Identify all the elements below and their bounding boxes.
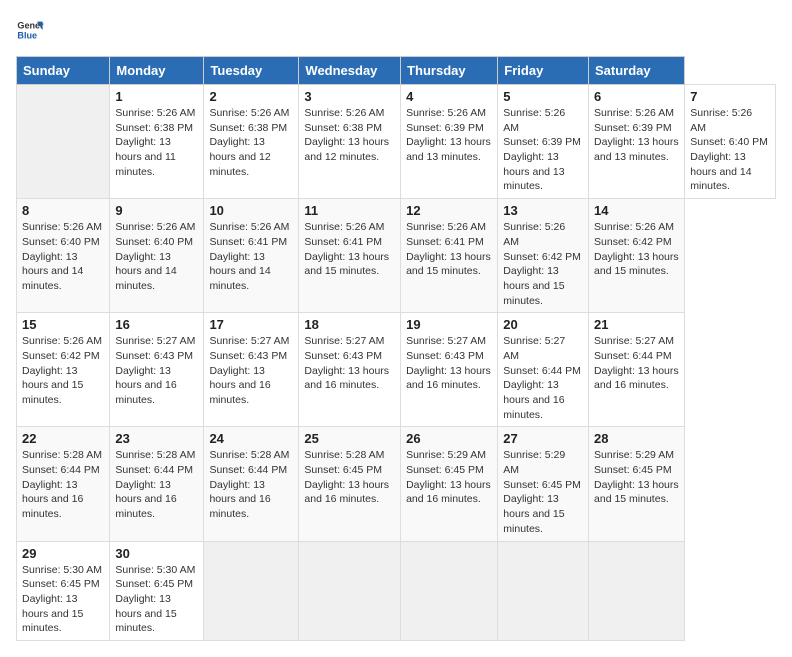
- calendar-day-25: 25Sunrise: 5:28 AMSunset: 6:45 PMDayligh…: [299, 427, 401, 541]
- calendar-day-28: 28Sunrise: 5:29 AMSunset: 6:45 PMDayligh…: [589, 427, 685, 541]
- calendar-day-8: 8Sunrise: 5:26 AMSunset: 6:40 PMDaylight…: [17, 199, 110, 313]
- calendar-day-29: 29Sunrise: 5:30 AMSunset: 6:45 PMDayligh…: [17, 541, 110, 640]
- empty-cell: [17, 85, 110, 199]
- calendar-day-9: 9Sunrise: 5:26 AMSunset: 6:40 PMDaylight…: [110, 199, 204, 313]
- calendar-header-monday: Monday: [110, 57, 204, 85]
- calendar-day-5: 5Sunrise: 5:26 AMSunset: 6:39 PMDaylight…: [498, 85, 589, 199]
- calendar-header-row: SundayMondayTuesdayWednesdayThursdayFrid…: [17, 57, 776, 85]
- calendar-day-22: 22Sunrise: 5:28 AMSunset: 6:44 PMDayligh…: [17, 427, 110, 541]
- calendar-day-30: 30Sunrise: 5:30 AMSunset: 6:45 PMDayligh…: [110, 541, 204, 640]
- calendar-header-wednesday: Wednesday: [299, 57, 401, 85]
- calendar-day-2: 2Sunrise: 5:26 AMSunset: 6:38 PMDaylight…: [204, 85, 299, 199]
- calendar-day-17: 17Sunrise: 5:27 AMSunset: 6:43 PMDayligh…: [204, 313, 299, 427]
- logo: General Blue: [16, 16, 48, 44]
- calendar-day-4: 4Sunrise: 5:26 AMSunset: 6:39 PMDaylight…: [401, 85, 498, 199]
- svg-text:Blue: Blue: [17, 30, 37, 40]
- calendar-day-27: 27Sunrise: 5:29 AMSunset: 6:45 PMDayligh…: [498, 427, 589, 541]
- empty-cell: [204, 541, 299, 640]
- empty-cell: [498, 541, 589, 640]
- calendar-day-11: 11Sunrise: 5:26 AMSunset: 6:41 PMDayligh…: [299, 199, 401, 313]
- calendar-day-10: 10Sunrise: 5:26 AMSunset: 6:41 PMDayligh…: [204, 199, 299, 313]
- calendar-header-tuesday: Tuesday: [204, 57, 299, 85]
- calendar-day-6: 6Sunrise: 5:26 AMSunset: 6:39 PMDaylight…: [589, 85, 685, 199]
- page-header: General Blue: [16, 16, 776, 44]
- calendar-day-15: 15Sunrise: 5:26 AMSunset: 6:42 PMDayligh…: [17, 313, 110, 427]
- calendar-day-21: 21Sunrise: 5:27 AMSunset: 6:44 PMDayligh…: [589, 313, 685, 427]
- calendar-day-14: 14Sunrise: 5:26 AMSunset: 6:42 PMDayligh…: [589, 199, 685, 313]
- calendar-table: SundayMondayTuesdayWednesdayThursdayFrid…: [16, 56, 776, 641]
- logo-icon: General Blue: [16, 16, 44, 44]
- calendar-day-3: 3Sunrise: 5:26 AMSunset: 6:38 PMDaylight…: [299, 85, 401, 199]
- calendar-day-1: 1Sunrise: 5:26 AMSunset: 6:38 PMDaylight…: [110, 85, 204, 199]
- calendar-week-1: 1Sunrise: 5:26 AMSunset: 6:38 PMDaylight…: [17, 85, 776, 199]
- calendar-day-18: 18Sunrise: 5:27 AMSunset: 6:43 PMDayligh…: [299, 313, 401, 427]
- calendar-week-4: 22Sunrise: 5:28 AMSunset: 6:44 PMDayligh…: [17, 427, 776, 541]
- calendar-header-saturday: Saturday: [589, 57, 685, 85]
- calendar-day-23: 23Sunrise: 5:28 AMSunset: 6:44 PMDayligh…: [110, 427, 204, 541]
- calendar-header-friday: Friday: [498, 57, 589, 85]
- calendar-header-thursday: Thursday: [401, 57, 498, 85]
- empty-cell: [299, 541, 401, 640]
- calendar-day-16: 16Sunrise: 5:27 AMSunset: 6:43 PMDayligh…: [110, 313, 204, 427]
- calendar-week-3: 15Sunrise: 5:26 AMSunset: 6:42 PMDayligh…: [17, 313, 776, 427]
- calendar-day-12: 12Sunrise: 5:26 AMSunset: 6:41 PMDayligh…: [401, 199, 498, 313]
- empty-cell: [589, 541, 685, 640]
- calendar-week-5: 29Sunrise: 5:30 AMSunset: 6:45 PMDayligh…: [17, 541, 776, 640]
- empty-cell: [401, 541, 498, 640]
- calendar-day-26: 26Sunrise: 5:29 AMSunset: 6:45 PMDayligh…: [401, 427, 498, 541]
- calendar-day-19: 19Sunrise: 5:27 AMSunset: 6:43 PMDayligh…: [401, 313, 498, 427]
- calendar-day-7: 7Sunrise: 5:26 AMSunset: 6:40 PMDaylight…: [685, 85, 776, 199]
- calendar-day-20: 20Sunrise: 5:27 AMSunset: 6:44 PMDayligh…: [498, 313, 589, 427]
- calendar-header-sunday: Sunday: [17, 57, 110, 85]
- calendar-day-24: 24Sunrise: 5:28 AMSunset: 6:44 PMDayligh…: [204, 427, 299, 541]
- calendar-day-13: 13Sunrise: 5:26 AMSunset: 6:42 PMDayligh…: [498, 199, 589, 313]
- calendar-week-2: 8Sunrise: 5:26 AMSunset: 6:40 PMDaylight…: [17, 199, 776, 313]
